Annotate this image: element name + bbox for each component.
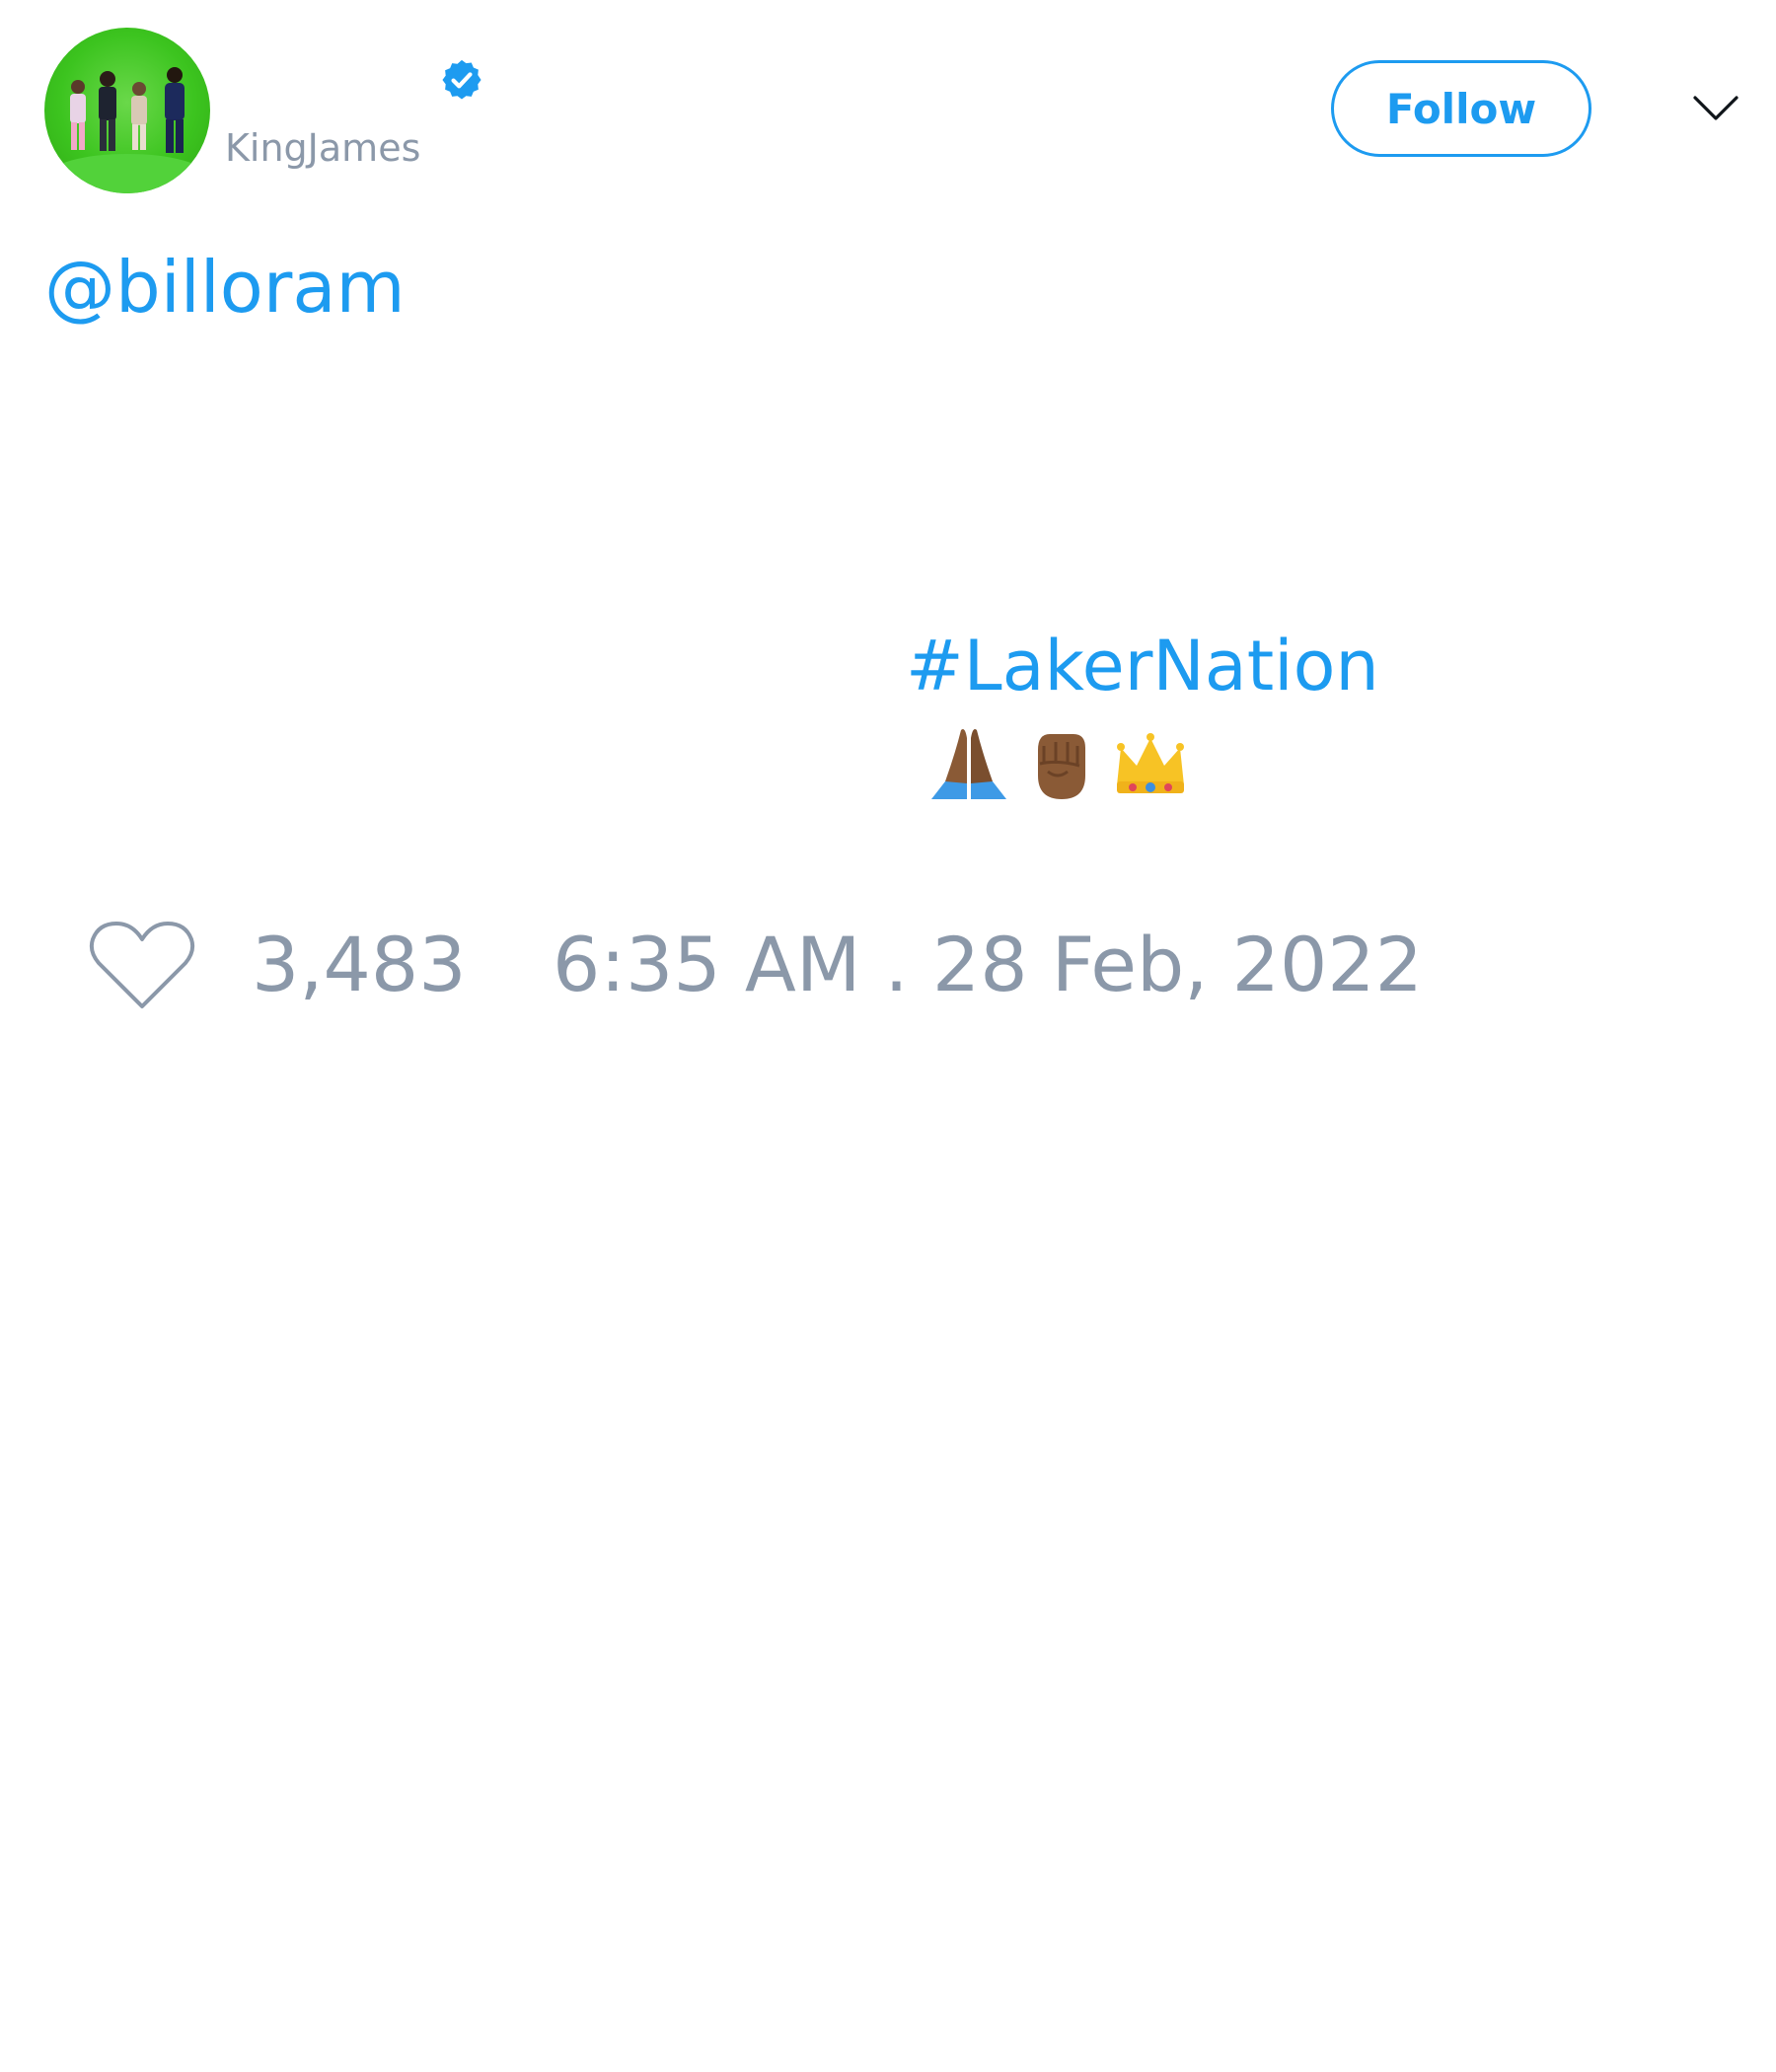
heart-outline-icon[interactable]: [89, 918, 195, 1012]
avatar[interactable]: [44, 28, 210, 193]
tweet-timestamp[interactable]: 6:35 AM . 28 Feb, 2022: [553, 920, 1423, 1009]
like-count: 3,483: [252, 921, 467, 1008]
folded-hands-icon: [931, 729, 1006, 799]
mention-link[interactable]: @billoram: [44, 245, 406, 330]
raised-fist-icon: [1038, 734, 1085, 799]
author-handle[interactable]: KingJames: [225, 126, 420, 170]
chevron-down-icon[interactable]: [1692, 94, 1739, 123]
crown-icon: [1117, 733, 1184, 793]
avatar-photo: [48, 67, 206, 193]
hashtag-link[interactable]: #LakerNation: [906, 625, 1379, 707]
emoji-row: [927, 720, 1192, 803]
verified-badge-icon: [442, 59, 481, 100]
follow-button[interactable]: Follow: [1331, 60, 1591, 157]
